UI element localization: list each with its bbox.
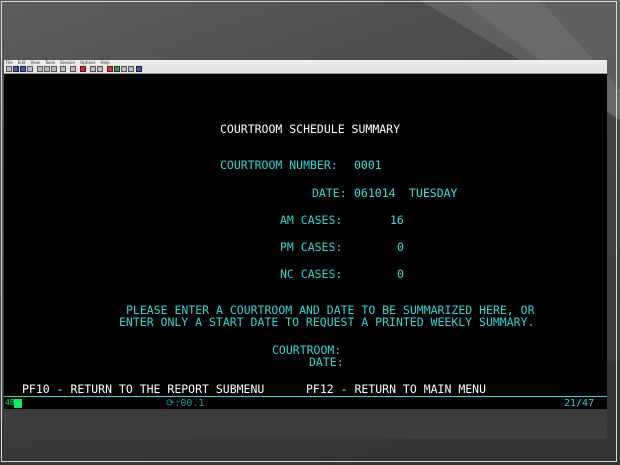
timer-readout: ⟳:00.1 [166, 398, 205, 409]
keyboard-icon[interactable] [90, 66, 96, 72]
status-line: 4B ⟳:00.1 21/47 [4, 398, 607, 409]
terminal-screen[interactable]: COURTROOM SCHEDULE SUMMARY COURTROOM NUM… [4, 74, 607, 409]
instruction-line-2: ENTER ONLY A START DATE TO REQUEST A PRI… [119, 315, 535, 329]
toolbar [4, 65, 607, 74]
color-icon[interactable] [114, 66, 120, 72]
display-icon[interactable] [128, 66, 134, 72]
terminal-window: File Edit View Tools Session Options Help COUR… [4, 60, 607, 409]
cut-icon[interactable] [37, 66, 43, 72]
help-icon[interactable] [136, 66, 142, 72]
paste-icon[interactable] [51, 66, 57, 72]
pm-cases-label: PM CASES: [280, 240, 343, 254]
record-icon[interactable] [97, 66, 103, 72]
day-value: TUESDAY [409, 186, 458, 200]
save-icon[interactable] [20, 66, 26, 72]
pf10-hint: PF10 - RETURN TO THE REPORT SUBMENU [22, 382, 265, 396]
timer-value: :00.1 [174, 398, 205, 409]
status-divider [4, 396, 607, 397]
open-icon[interactable] [13, 66, 19, 72]
am-cases-value: 16 [390, 213, 404, 227]
send-icon[interactable] [60, 66, 66, 72]
nc-cases-label: NC CASES: [280, 267, 343, 281]
cursor-block [14, 399, 22, 408]
print-icon[interactable] [27, 66, 33, 72]
nc-cases-value: 0 [397, 267, 404, 281]
slide-bottom-panel [4, 409, 607, 439]
am-cases-label: AM CASES: [280, 213, 343, 227]
copy-icon[interactable] [44, 66, 50, 72]
play-icon[interactable] [107, 66, 113, 72]
pm-cases-value: 0 [397, 240, 404, 254]
new-icon[interactable] [6, 66, 12, 72]
date-label: DATE: [312, 186, 347, 200]
courtroom-number-label: COURTROOM NUMBER: [220, 158, 338, 172]
input-date-label: DATE: [309, 355, 344, 369]
macro-icon[interactable] [80, 66, 86, 72]
date-value: 061014 [354, 186, 396, 200]
courtroom-number-value: 0001 [354, 158, 382, 172]
receive-icon[interactable] [70, 66, 76, 72]
screen-title: COURTROOM SCHEDULE SUMMARY [220, 122, 401, 136]
cursor-position: 21/47 [564, 398, 595, 409]
pf12-hint: PF12 - RETURN TO MAIN MENU [306, 382, 487, 396]
settings-icon[interactable] [121, 66, 127, 72]
